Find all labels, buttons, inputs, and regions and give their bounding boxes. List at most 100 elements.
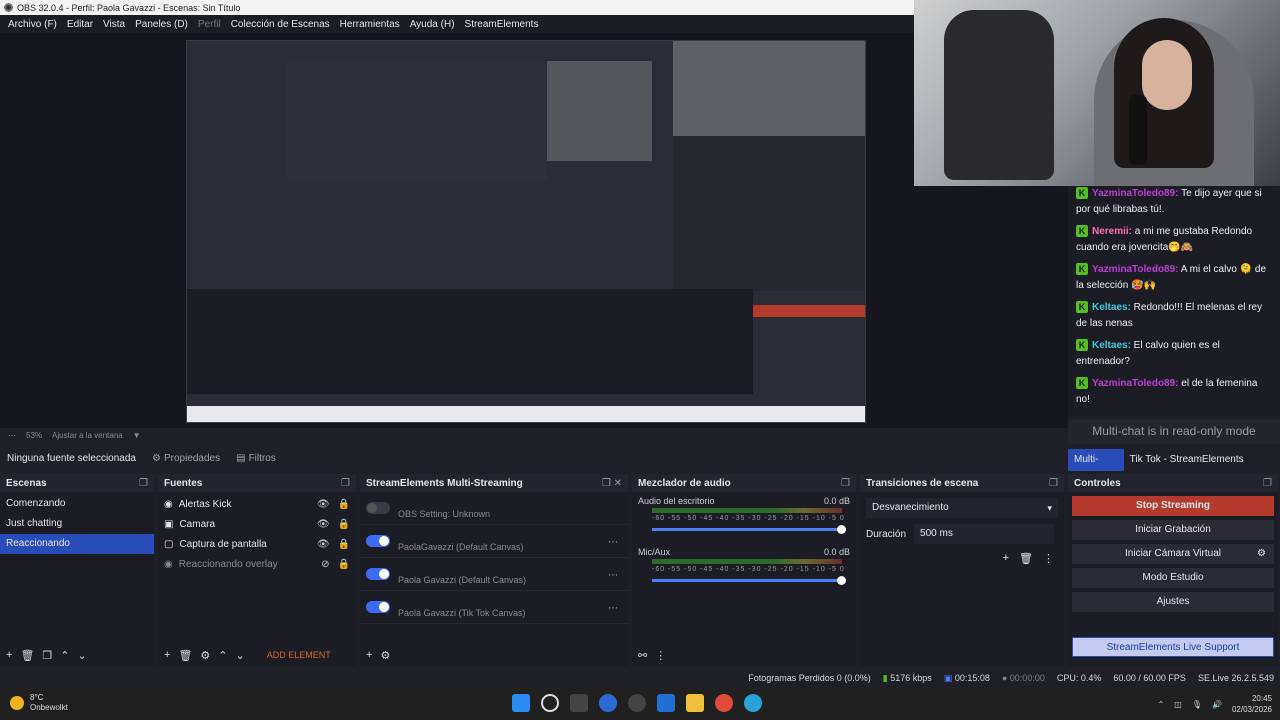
trash-icon[interactable]: 🗑: [178, 649, 192, 662]
chrome-icon[interactable]: [715, 694, 733, 712]
task-view-icon[interactable]: [570, 694, 588, 712]
preview-canvas[interactable]: [186, 40, 866, 423]
scene-item-selected[interactable]: Reaccionando: [0, 534, 154, 554]
file-explorer-icon[interactable]: [686, 694, 704, 712]
chevron-down-icon[interactable]: ⌄: [78, 649, 87, 662]
more-icon[interactable]: ⋯: [608, 603, 618, 614]
filters-button[interactable]: ▤ Filtros: [236, 453, 276, 464]
start-virtual-camera-button[interactable]: Iniciar Cámara Virtual ⚙: [1072, 544, 1274, 564]
zoom-fit-label[interactable]: Ajustar a la ventana: [52, 431, 123, 440]
chevron-down-icon[interactable]: ⌄: [236, 649, 245, 662]
menu-editar[interactable]: Editar: [62, 19, 98, 30]
controls-title: Controles: [1074, 477, 1121, 489]
trash-icon[interactable]: 🗑: [20, 649, 34, 662]
lock-icon[interactable]: 🔒: [338, 519, 350, 530]
source-item[interactable]: ◉ Reaccionando overlay ⊘ 🔒: [158, 554, 356, 574]
mixer-channel: Audio del escritorio 0.0 dB -60 -55 -50 -…: [632, 492, 856, 537]
scene-item[interactable]: Comenzando: [0, 494, 154, 514]
eye-icon[interactable]: 👁: [317, 539, 330, 550]
volume-slider[interactable]: [652, 576, 846, 585]
zoom-menu-icon[interactable]: ⋯: [8, 431, 16, 440]
menu-herramientas[interactable]: Herramientas: [335, 19, 405, 30]
multistream-row[interactable]: OBS Setting: Unknown: [360, 492, 628, 525]
dock-float-icon[interactable]: ❐: [341, 478, 350, 489]
menu-paneles[interactable]: Paneles (D): [130, 19, 193, 30]
add-element-button[interactable]: ADD ELEMENT: [267, 650, 331, 660]
dock-float-icon[interactable]: ❐: [1049, 478, 1058, 489]
dock-float-icon[interactable]: ❐: [139, 478, 148, 489]
multistream-row[interactable]: Paola Gavazzi (Default Canvas) ⋯: [360, 558, 628, 591]
toggle-switch[interactable]: [366, 601, 390, 613]
menu-perfil[interactable]: Perfil: [193, 19, 226, 30]
add-icon[interactable]: +: [366, 649, 372, 661]
toggle-switch[interactable]: [366, 502, 390, 514]
add-icon[interactable]: +: [1003, 552, 1009, 565]
audio-mixer-dock: Mezclador de audio ❐ Audio del escritorio…: [632, 474, 858, 666]
settings-button[interactable]: Ajustes: [1072, 592, 1274, 612]
search-icon[interactable]: [541, 694, 559, 712]
windows-start-icon[interactable]: [512, 694, 530, 712]
multistream-row[interactable]: Paola Gavazzi (Tik Tok Canvas) ⋯: [360, 591, 628, 624]
tab-tiktok-canvas[interactable]: Tik Tok - StreamElements Canvas: [1124, 449, 1280, 487]
menu-vista[interactable]: Vista: [98, 19, 130, 30]
chevron-up-icon[interactable]: ⌃: [218, 649, 227, 662]
microphone-icon[interactable]: 🎙: [1192, 700, 1202, 709]
eye-icon[interactable]: 👁: [317, 519, 330, 530]
chevron-up-icon[interactable]: ⌃: [1158, 700, 1165, 709]
dock-float-icon[interactable]: ❐: [841, 478, 850, 489]
lock-icon[interactable]: 🔒: [338, 539, 350, 550]
live-support-button[interactable]: StreamElements Live Support: [1072, 637, 1274, 657]
trash-icon[interactable]: 🗑: [1019, 552, 1033, 565]
more-icon[interactable]: ⋯: [608, 570, 618, 581]
more-vertical-icon[interactable]: ⋮: [1043, 552, 1054, 565]
toggle-switch[interactable]: [366, 535, 390, 547]
add-icon[interactable]: +: [6, 649, 12, 661]
clock[interactable]: 20:45 02/03/2026: [1232, 693, 1272, 715]
kick-icon: K: [1076, 339, 1088, 352]
dock-controls[interactable]: ❐ ✕: [602, 478, 622, 489]
gear-icon[interactable]: ⚙: [200, 649, 210, 662]
weather-widget[interactable]: 8°C Onbewolkt: [10, 693, 68, 713]
calculator-icon[interactable]: [657, 694, 675, 712]
multistream-row[interactable]: PaolaGavazzi (Default Canvas) ⋯: [360, 525, 628, 558]
lock-icon[interactable]: 🔒: [338, 499, 350, 510]
meter-ticks: -60 -55 -50 -45 -40 -35 -30 -25 -20 -15 …: [652, 566, 845, 573]
link-icon[interactable]: ⚯: [638, 649, 647, 662]
speaker-icon[interactable]: 🔊: [1212, 700, 1222, 709]
chevron-up-icon[interactable]: ⌃: [60, 649, 69, 662]
studio-mode-button[interactable]: Modo Estudio: [1072, 568, 1274, 588]
browser-icon[interactable]: [744, 694, 762, 712]
eye-icon[interactable]: 👁: [317, 499, 330, 510]
gear-icon[interactable]: ⚙: [1257, 544, 1266, 564]
gear-icon[interactable]: ⚙: [380, 649, 390, 662]
dock-float-icon[interactable]: ❐: [1263, 478, 1272, 489]
menu-coleccion[interactable]: Colección de Escenas: [226, 19, 335, 30]
chat-message: K YazminaToledo89: Te dijo ayer que si po…: [1076, 187, 1262, 215]
more-vertical-icon[interactable]: ⋮: [655, 649, 666, 662]
source-item[interactable]: ▣ Camara 👁 🔒: [158, 514, 356, 534]
transition-select[interactable]: Desvanecimiento: [866, 498, 1058, 518]
source-item[interactable]: ▢ Captura de pantalla 👁 🔒: [158, 534, 356, 554]
lock-icon[interactable]: 🔒: [338, 559, 350, 570]
duration-input[interactable]: 500 ms: [914, 524, 1055, 544]
stop-streaming-button[interactable]: Stop Streaming: [1072, 496, 1274, 516]
menu-archivo[interactable]: Archivo (F): [3, 19, 62, 30]
network-icon[interactable]: ◫: [1174, 700, 1182, 709]
tab-multi-chat[interactable]: Multi-Chat: [1068, 449, 1124, 487]
volume-slider[interactable]: [652, 525, 846, 534]
source-item[interactable]: ◉ Alertas Kick 👁 🔒: [158, 494, 356, 514]
eye-hidden-icon[interactable]: ⊘: [321, 559, 329, 570]
start-recording-button[interactable]: Iniciar Grabación: [1072, 520, 1274, 540]
properties-button[interactable]: ⚙ Propiedades: [152, 453, 220, 464]
scene-item[interactable]: Just chatting: [0, 514, 154, 534]
menu-streamelements[interactable]: StreamElements: [460, 19, 544, 30]
edge-icon[interactable]: [599, 694, 617, 712]
obs-icon[interactable]: [628, 694, 646, 712]
add-icon[interactable]: +: [164, 649, 170, 661]
chevron-down-icon[interactable]: ▼: [133, 431, 141, 440]
toggle-switch[interactable]: [366, 568, 390, 580]
menu-bar: Archivo (F) Editar Vista Paneles (D) Per…: [0, 15, 914, 33]
more-icon[interactable]: ⋯: [608, 537, 618, 548]
copy-icon[interactable]: ❐: [42, 649, 52, 662]
menu-ayuda[interactable]: Ayuda (H): [405, 19, 460, 30]
